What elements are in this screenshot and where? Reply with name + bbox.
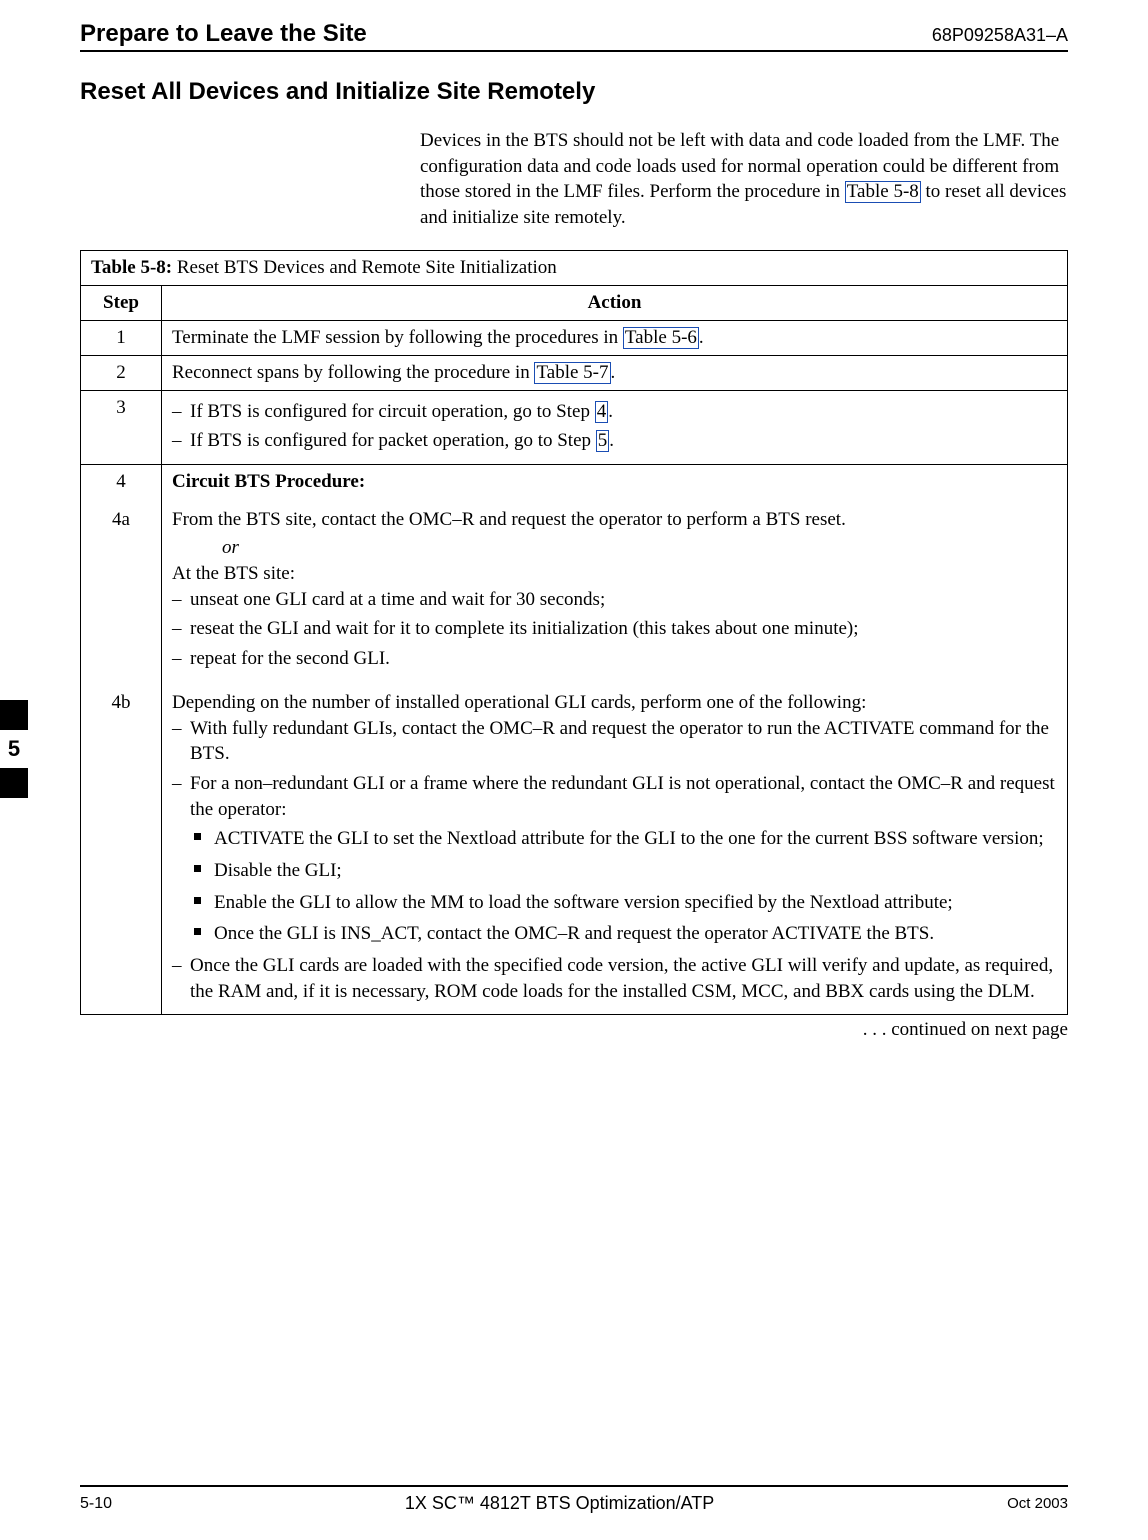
table-row: 4a From the BTS site, contact the OMC–R … — [81, 499, 1068, 682]
step-cell: 4 — [81, 464, 162, 499]
action-cell: From the BTS site, contact the OMC–R and… — [162, 499, 1068, 682]
header-doc-id: 68P09258A31–A — [932, 25, 1068, 46]
link-table-5-7[interactable]: Table 5-7 — [534, 362, 610, 384]
or-text: or — [222, 537, 1057, 559]
action-cell: Depending on the number of installed ope… — [162, 682, 1068, 1015]
table-row: 4 Circuit BTS Procedure: — [81, 464, 1068, 499]
action-cell: If BTS is configured for circuit operati… — [162, 390, 1068, 464]
action-cell: Terminate the LMF session by following t… — [162, 320, 1068, 355]
table-row: 4b Depending on the number of installed … — [81, 682, 1068, 1015]
list-item: Disable the GLI; — [214, 858, 1057, 884]
tab-black-top — [0, 700, 28, 730]
list-item: Enable the GLI to allow the MM to load t… — [214, 890, 1057, 916]
page-header: Prepare to Leave the Site 68P09258A31–A — [80, 20, 1068, 52]
list-item: reseat the GLI and wait for it to comple… — [190, 616, 1057, 642]
list-item: ACTIVATE the GLI to set the Nextload att… — [214, 826, 1057, 852]
col-header-step: Step — [81, 285, 162, 320]
table-title-cell: Table 5-8: Reset BTS Devices and Remote … — [81, 250, 1068, 285]
list-item: repeat for the second GLI. — [190, 646, 1057, 672]
link-table-5-6[interactable]: Table 5-6 — [623, 327, 699, 349]
step-cell: 1 — [81, 320, 162, 355]
table-5-8: Table 5-8: Reset BTS Devices and Remote … — [80, 250, 1068, 1016]
list-item: Once the GLI is INS_ACT, contact the OMC… — [214, 921, 1057, 947]
list-item: unseat one GLI card at a time and wait f… — [190, 587, 1057, 613]
row2-pre: Reconnect spans by following the procedu… — [172, 362, 534, 383]
step-cell: 3 — [81, 390, 162, 464]
footer-title: 1X SC™ 4812T BTS Optimization/ATP — [112, 1493, 1007, 1514]
section-title: Reset All Devices and Initialize Site Re… — [80, 78, 1068, 106]
link-step-4[interactable]: 4 — [595, 401, 609, 423]
page-footer: 5-10 1X SC™ 4812T BTS Optimization/ATP O… — [80, 1485, 1068, 1514]
link-step-5[interactable]: 5 — [596, 430, 610, 452]
table-row: 1 Terminate the LMF session by following… — [81, 320, 1068, 355]
step-cell: 2 — [81, 355, 162, 390]
table-title-rest: Reset BTS Devices and Remote Site Initia… — [172, 257, 557, 278]
row4b-d2: For a non–redundant GLI or a frame where… — [190, 773, 1055, 820]
table-title-bold: Table 5-8: — [91, 257, 172, 278]
header-title: Prepare to Leave the Site — [80, 20, 367, 48]
row2-post: . — [611, 362, 616, 383]
row1-post: . — [699, 327, 704, 348]
intro-paragraph: Devices in the BTS should not be left wi… — [420, 128, 1068, 231]
row4a-line1: From the BTS site, contact the OMC–R and… — [172, 509, 1057, 531]
footer-page-num: 5-10 — [80, 1495, 112, 1513]
table-row: 2 Reconnect spans by following the proce… — [81, 355, 1068, 390]
list-item: Once the GLI cards are loaded with the s… — [190, 953, 1057, 1004]
step-cell: 4b — [81, 682, 162, 1015]
row4a-line2: At the BTS site: — [172, 563, 1057, 585]
list-item: If BTS is configured for circuit operati… — [190, 399, 1057, 425]
row3-li2-pre: If BTS is configured for packet operatio… — [190, 430, 596, 451]
row3-li1-post: . — [608, 401, 613, 422]
action-cell: Circuit BTS Procedure: — [162, 464, 1068, 499]
col-header-action: Action — [162, 285, 1068, 320]
list-item: For a non–redundant GLI or a frame where… — [190, 771, 1057, 947]
action-cell: Reconnect spans by following the procedu… — [162, 355, 1068, 390]
circuit-bts-title: Circuit BTS Procedure: — [172, 471, 365, 492]
continued-text: . . . continued on next page — [80, 1019, 1068, 1041]
chapter-tab: 5 — [0, 700, 28, 798]
footer-date: Oct 2003 — [1007, 1495, 1068, 1512]
list-item: If BTS is configured for packet operatio… — [190, 428, 1057, 454]
row4b-line1: Depending on the number of installed ope… — [172, 692, 1057, 714]
row3-li2-post: . — [609, 430, 614, 451]
link-table-5-8[interactable]: Table 5-8 — [845, 181, 921, 203]
row3-li1-pre: If BTS is configured for circuit operati… — [190, 401, 595, 422]
tab-black-bottom — [0, 768, 28, 798]
tab-number: 5 — [0, 730, 28, 768]
row1-pre: Terminate the LMF session by following t… — [172, 327, 623, 348]
step-cell: 4a — [81, 499, 162, 682]
list-item: With fully redundant GLIs, contact the O… — [190, 716, 1057, 767]
table-row: 3 If BTS is configured for circuit opera… — [81, 390, 1068, 464]
